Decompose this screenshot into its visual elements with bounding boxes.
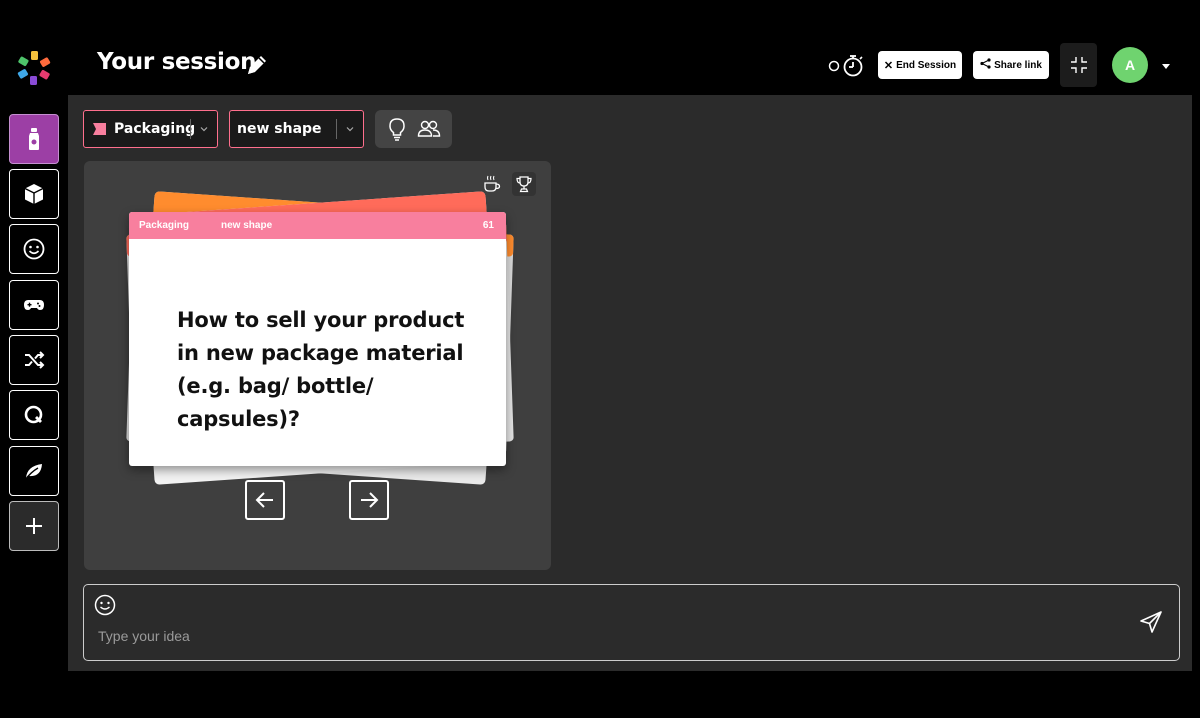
next-card-button[interactable] bbox=[349, 480, 389, 520]
share-icon bbox=[980, 58, 991, 72]
exit-fullscreen-icon bbox=[1070, 57, 1087, 73]
idea-card: Packaging new shape 61 How to sell your … bbox=[129, 212, 506, 466]
arrow-right-icon bbox=[361, 492, 379, 508]
idea-text-input[interactable] bbox=[98, 625, 1098, 647]
edit-pencil-icon[interactable] bbox=[243, 51, 271, 79]
card-question: How to sell your product in new package … bbox=[177, 308, 465, 431]
users-icon[interactable] bbox=[417, 118, 441, 140]
session-title: Your session bbox=[97, 49, 257, 75]
emoji-button[interactable] bbox=[93, 593, 117, 617]
tool-group bbox=[375, 110, 452, 148]
share-link-button[interactable]: Share link bbox=[973, 51, 1049, 79]
idea-input-box bbox=[83, 584, 1180, 661]
sidebar-add-button[interactable] bbox=[9, 501, 59, 551]
sidebar-item-question[interactable] bbox=[9, 390, 59, 440]
caret-down-icon[interactable] bbox=[1161, 58, 1171, 69]
gamepad-icon bbox=[24, 300, 44, 310]
subcategory-dropdown[interactable]: new shape bbox=[229, 110, 364, 148]
sidebar-item-product[interactable] bbox=[9, 169, 59, 219]
subcategory-dropdown-value: new shape bbox=[237, 121, 322, 137]
card-number: 61 bbox=[482, 220, 494, 231]
end-session-button[interactable]: ✕ End Session bbox=[878, 51, 962, 79]
box-icon bbox=[24, 184, 44, 204]
sidebar-item-game[interactable] bbox=[9, 280, 59, 330]
card-header: Packaging new shape 61 bbox=[129, 212, 506, 239]
category-tag-icon bbox=[93, 123, 106, 135]
sidebar-item-random[interactable] bbox=[9, 335, 59, 385]
share-link-label: Share link bbox=[994, 59, 1042, 71]
category-dropdown-value: Packaging bbox=[114, 121, 196, 137]
q-icon bbox=[24, 405, 43, 424]
sidebar-item-emotion[interactable] bbox=[9, 224, 59, 274]
lightbulb-icon[interactable] bbox=[386, 117, 408, 141]
smiley-icon bbox=[23, 238, 45, 260]
close-icon: ✕ bbox=[883, 59, 894, 72]
end-session-label: End Session bbox=[896, 59, 957, 71]
smiley-icon bbox=[94, 594, 116, 616]
bottle-icon bbox=[29, 128, 39, 150]
previous-card-button[interactable] bbox=[245, 480, 285, 520]
chevron-down-icon bbox=[200, 127, 208, 132]
plus-icon bbox=[26, 518, 42, 534]
category-dropdown[interactable]: Packaging bbox=[83, 110, 218, 148]
leaf-icon bbox=[24, 464, 42, 481]
arrow-left-icon bbox=[255, 492, 273, 508]
shuffle-icon bbox=[25, 351, 45, 369]
app-logo[interactable] bbox=[14, 48, 54, 88]
timer-icon[interactable] bbox=[826, 52, 866, 78]
exit-fullscreen-button[interactable] bbox=[1060, 43, 1097, 87]
card-subcategory: new shape bbox=[221, 220, 273, 231]
chevron-down-icon bbox=[346, 127, 354, 132]
sidebar-item-sustainability[interactable] bbox=[9, 446, 59, 496]
sidebar-item-packaging[interactable] bbox=[9, 114, 59, 164]
send-button[interactable] bbox=[1138, 609, 1164, 635]
send-icon bbox=[1140, 611, 1162, 633]
card-category: Packaging bbox=[139, 220, 190, 231]
avatar[interactable]: A bbox=[1112, 47, 1148, 83]
